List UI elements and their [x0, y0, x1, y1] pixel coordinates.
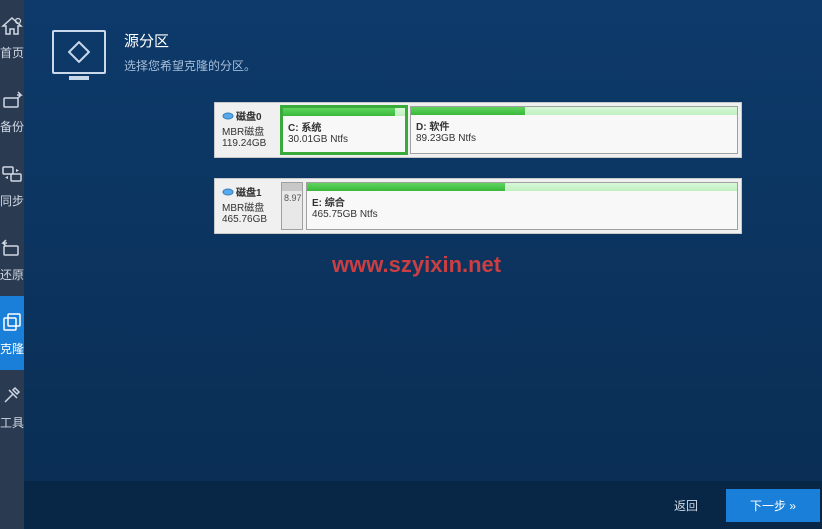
disk-name-text: 磁盘0 — [236, 108, 262, 123]
partition-detail: 465.75GB Ntfs — [312, 209, 732, 220]
nav-clone[interactable]: 克隆 — [0, 296, 24, 370]
partition-d-software[interactable]: D: 软件89.23GB Ntfs — [410, 106, 738, 154]
next-button[interactable]: 下一步 » — [726, 489, 820, 522]
disk-type: MBR磁盘 — [222, 123, 274, 138]
nav-tools[interactable]: 工具 — [0, 370, 24, 444]
source-partition-icon — [52, 30, 106, 74]
nav-label: 克隆 — [0, 340, 24, 357]
disk-list: 磁盘0 MBR磁盘 119.24GB C: 系统30.01GB Ntfs D: … — [24, 74, 822, 234]
disk-name-text: 磁盘1 — [236, 184, 262, 199]
partition-small-label: 8.97 — [282, 191, 302, 205]
disk-info: 磁盘0 MBR磁盘 119.24GB — [218, 106, 278, 154]
partition-detail: 30.01GB Ntfs — [288, 134, 400, 145]
main-content: 源分区 选择您希望克隆的分区。 磁盘0 MBR磁盘 119.24GB C: 系统… — [24, 0, 822, 529]
page-header: 源分区 选择您希望克隆的分区。 — [24, 0, 822, 74]
partition-e-combined[interactable]: E: 综合465.75GB Ntfs — [306, 182, 738, 230]
partition-label: E: 综合 — [312, 194, 732, 209]
disk-icon — [222, 111, 234, 121]
partition-label: C: 系统 — [288, 119, 400, 134]
nav-sync[interactable]: 同步 — [0, 148, 24, 222]
page-title: 源分区 — [124, 30, 256, 51]
page-subtitle: 选择您希望克隆的分区。 — [124, 57, 256, 74]
sync-icon — [0, 162, 24, 186]
disk-size: 119.24GB — [222, 138, 274, 149]
nav-backup[interactable]: 备份 — [0, 74, 24, 148]
home-icon — [0, 14, 24, 38]
nav-label: 同步 — [0, 192, 24, 209]
back-button[interactable]: 返回 — [674, 497, 698, 514]
backup-icon — [0, 88, 24, 112]
nav-label: 首页 — [0, 44, 24, 61]
footer: 返回 下一步 » — [24, 481, 822, 529]
partition-detail: 89.23GB Ntfs — [416, 133, 732, 144]
watermark: www.szyixin.net — [332, 252, 501, 278]
nav-home[interactable]: 首页 — [0, 0, 24, 74]
partition-small-reserved[interactable]: 8.97 — [281, 182, 303, 230]
tools-icon — [0, 384, 24, 408]
nav-label: 还原 — [0, 266, 24, 283]
nav-restore[interactable]: 还原 — [0, 222, 24, 296]
restore-icon — [0, 236, 24, 260]
disk-icon — [222, 187, 234, 197]
disk-size: 465.76GB — [222, 214, 274, 225]
partition-label: D: 软件 — [416, 118, 732, 133]
sidebar: 首页 备份 同步 还原 克隆 — [0, 0, 24, 529]
disk-type: MBR磁盘 — [222, 199, 274, 214]
partition-c-system[interactable]: C: 系统30.01GB Ntfs — [281, 106, 407, 154]
nav-label: 备份 — [0, 118, 24, 135]
nav-label: 工具 — [0, 414, 24, 431]
disk-info: 磁盘1 MBR磁盘 465.76GB — [218, 182, 278, 230]
disk-row: 磁盘0 MBR磁盘 119.24GB C: 系统30.01GB Ntfs D: … — [214, 102, 742, 158]
clone-icon — [0, 310, 24, 334]
disk-row: 磁盘1 MBR磁盘 465.76GB 8.97 E: 综合465.75GB Nt… — [214, 178, 742, 234]
